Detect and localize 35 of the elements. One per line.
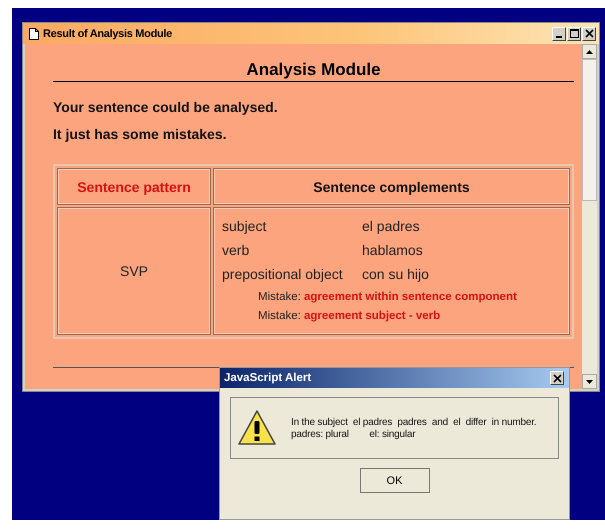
minimize-button[interactable] [552, 26, 566, 40]
column-header: Sentence pattern [57, 168, 211, 205]
mistake-note: Mistake: agreement within sentence component [258, 290, 518, 305]
dialog-title: JavaScript Alert [224, 372, 312, 384]
down-arrow-icon [586, 380, 593, 384]
ok-button[interactable]: OK [360, 468, 430, 493]
close-icon [552, 374, 562, 382]
pattern-cell: SVP [57, 207, 211, 335]
minimize-icon [556, 36, 562, 38]
maximize-icon [570, 29, 578, 38]
result-message: Your sentence could be analysed. [53, 99, 279, 115]
result-message: It just has some mistakes. [53, 126, 228, 142]
close-button[interactable] [582, 26, 596, 40]
scrollbar[interactable] [582, 44, 597, 389]
maximize-button[interactable] [567, 26, 581, 40]
complement-role: verb [222, 242, 250, 258]
page-heading: Analysis Module [53, 58, 574, 82]
close-button[interactable] [550, 371, 564, 385]
scroll-thumb[interactable] [582, 59, 597, 201]
complement-role: subject [222, 218, 268, 234]
alert-message: padres: plural el: singular [291, 428, 416, 440]
column-header: Sentence complements [213, 168, 570, 205]
mistake-note: Mistake: agreement subject - verb [258, 309, 442, 324]
complement-phrase: el padres [362, 218, 421, 234]
warning-icon [237, 409, 277, 447]
window-title: Result of Analysis Module [43, 28, 174, 40]
complement-phrase: con su hijo [362, 266, 430, 282]
close-icon [584, 29, 594, 38]
up-arrow-icon [586, 50, 593, 54]
scroll-down-button[interactable] [582, 374, 597, 389]
scroll-up-button[interactable] [582, 44, 597, 59]
complement-role: prepositional object [222, 266, 344, 282]
alert-message: In the subject el padres padres and el differ in number. [291, 416, 536, 428]
complement-phrase: hablamos [362, 242, 424, 258]
document-icon [29, 28, 39, 40]
